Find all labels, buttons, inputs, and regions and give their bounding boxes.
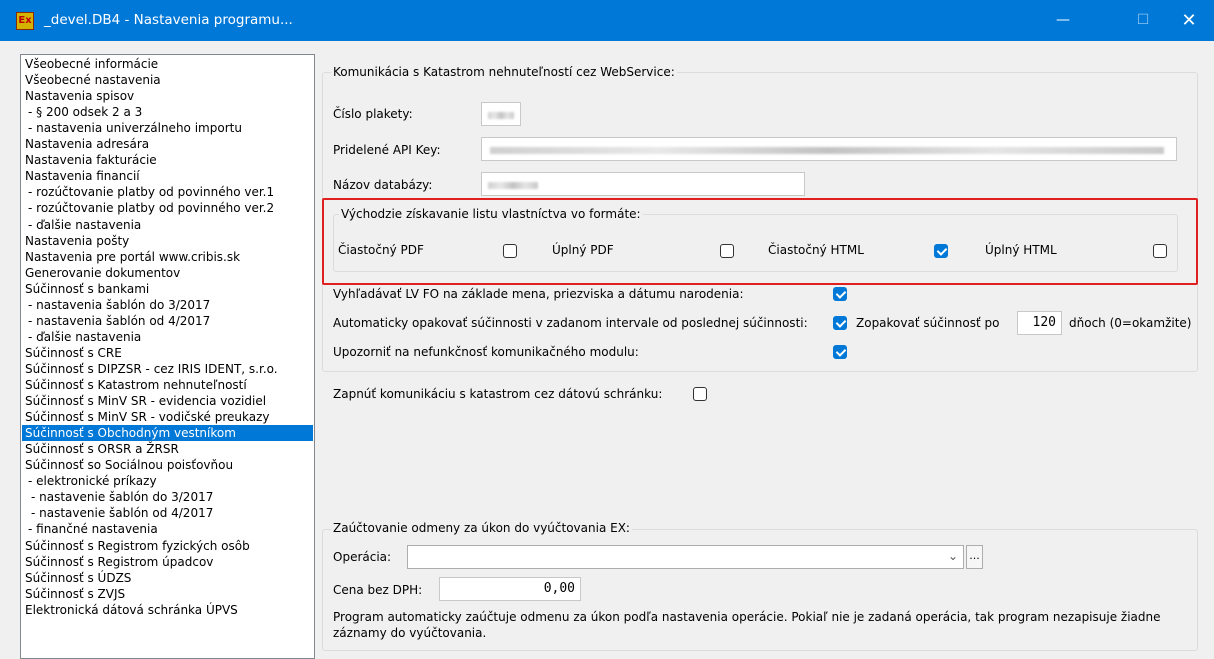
tree-item[interactable]: Nastavenia pre portál www.cribis.sk <box>25 249 240 265</box>
price-input[interactable]: 0,00 <box>439 577 581 601</box>
tree-item[interactable]: Súčinnosť s ZVJS <box>25 586 125 602</box>
tree-item[interactable]: Súčinnosť s Registrom úpadcov <box>25 554 213 570</box>
auto-repeat-label: Automaticky opakovať súčinnosti v zadano… <box>333 316 808 330</box>
tree-item[interactable]: Súčinnosť s ORSR a ŽRSR <box>25 441 179 457</box>
tree-item[interactable]: Nastavenia pošty <box>25 233 129 249</box>
billing-legend: Zaúčtovanie odmeny za úkon do vyúčtovani… <box>331 521 632 535</box>
app-icon: Ex <box>16 12 34 30</box>
tree-item[interactable]: - § 200 odsek 2 a 3 <box>28 104 142 120</box>
minimize-button[interactable]: — <box>1040 0 1086 41</box>
tree-item[interactable]: Súčinnosť s CRE <box>25 345 122 361</box>
tree-item[interactable]: Generovanie dokumentov <box>25 265 180 281</box>
search-lv-label: Vyhľadávať LV FO na základe mena, priezv… <box>333 287 744 301</box>
tree-item[interactable]: Súčinnosť s Obchodným vestníkom <box>22 425 313 442</box>
tree-item[interactable]: Súčinnosť s DIPZSR - cez IRIS IDENT, s.r… <box>25 361 278 377</box>
tree-item[interactable]: Súčinnosť s MinV SR - vodičské preukazy <box>25 409 270 425</box>
tree-item[interactable]: Súčinnosť s bankami <box>25 281 149 297</box>
operation-label: Operácia: <box>333 550 392 564</box>
redacted-value <box>490 147 1164 154</box>
tree-item[interactable]: - nastavenie šablón do 3/2017 <box>31 489 213 505</box>
repeat-days-suffix: dňoch (0=okamžite) <box>1069 316 1192 330</box>
databox-checkbox[interactable] <box>693 387 707 401</box>
plaketa-input[interactable] <box>481 102 521 126</box>
tree-item[interactable]: - elektronické príkazy <box>28 473 157 489</box>
window-title: _devel.DB4 - Nastavenia programu... <box>44 12 293 28</box>
tree-item[interactable]: Nastavenia fakturácie <box>25 152 157 168</box>
tree-item[interactable]: Všeobecné nastavenia <box>25 72 161 88</box>
database-input[interactable] <box>481 172 805 196</box>
tree-item[interactable]: Nastavenia spisov <box>25 88 134 104</box>
billing-note: Program automaticky zaúčtuje odmenu za ú… <box>333 610 1161 640</box>
settings-tree[interactable]: Všeobecné informácie Všeobecné nastavenia… <box>20 54 315 659</box>
redacted-value <box>488 112 514 119</box>
plaketa-label: Číslo plakety: <box>333 107 413 121</box>
tree-item[interactable]: - ďalšie nastavenia <box>28 217 141 233</box>
tree-item[interactable]: Elektronická dátová schránka ÚPVS <box>25 602 238 618</box>
webservice-legend: Komunikácia s Katastrom nehnuteľností ce… <box>331 65 677 79</box>
auto-repeat-checkbox[interactable] <box>833 316 847 330</box>
tree-item[interactable]: Súčinnosť so Sociálnou poisťovňou <box>25 457 233 473</box>
highlight-frame <box>322 198 1198 285</box>
tree-item[interactable]: - nastavenia univerzálneho importu <box>28 120 242 136</box>
tree-item[interactable]: - ďalšie nastavenia <box>28 329 141 345</box>
notify-label: Upozorniť na nefunkčnosť komunikačného m… <box>333 345 639 359</box>
api-key-input[interactable] <box>481 137 1177 161</box>
title-bar[interactable]: Ex _devel.DB4 - Nastavenia programu... —… <box>0 0 1214 41</box>
tree-item[interactable]: - nastavenia šablón od 4/2017 <box>28 313 210 329</box>
tree-item[interactable]: - rozúčtovanie platby od povinného ver.2 <box>28 200 274 216</box>
tree-item[interactable]: Súčinnosť s MinV SR - evidencia vozidiel <box>25 393 266 409</box>
search-lv-checkbox[interactable] <box>833 287 847 301</box>
chevron-down-icon: ⌄ <box>947 549 958 563</box>
database-label: Názov databázy: <box>333 178 433 192</box>
tree-item[interactable]: - nastavenia šablón do 3/2017 <box>28 297 210 313</box>
api-key-label: Pridelené API Key: <box>333 143 441 157</box>
tree-item[interactable]: Nastavenia financií <box>25 168 140 184</box>
repeat-after-label: Zopakovať súčinnosť po <box>856 316 1000 330</box>
databox-label: Zapnúť komunikáciu s katastrom cez dátov… <box>333 387 663 401</box>
close-button[interactable]: ✕ <box>1166 0 1212 41</box>
tree-item[interactable]: Súčinnosť s Katastrom nehnuteľností <box>25 377 247 393</box>
operation-browse-button[interactable]: ... <box>966 545 983 569</box>
tree-item[interactable]: Súčinnosť s ÚDZS <box>25 570 131 586</box>
maximize-button[interactable]: ☐ <box>1120 0 1166 41</box>
tree-item[interactable]: Všeobecné informácie <box>25 56 158 72</box>
repeat-days-input[interactable]: 120 <box>1017 311 1062 335</box>
redacted-value <box>488 182 538 189</box>
tree-item[interactable]: Súčinnosť s Registrom fyzických osôb <box>25 538 250 554</box>
operation-select[interactable]: ⌄ <box>407 545 964 569</box>
price-label: Cena bez DPH: <box>333 583 423 597</box>
tree-item[interactable]: - finančné nastavenia <box>28 521 158 537</box>
notify-checkbox[interactable] <box>833 345 847 359</box>
tree-item[interactable]: Nastavenia adresára <box>25 136 149 152</box>
tree-item[interactable]: - nastavenie šablón od 4/2017 <box>31 505 213 521</box>
tree-item[interactable]: - rozúčtovanie platby od povinného ver.1 <box>28 184 274 200</box>
